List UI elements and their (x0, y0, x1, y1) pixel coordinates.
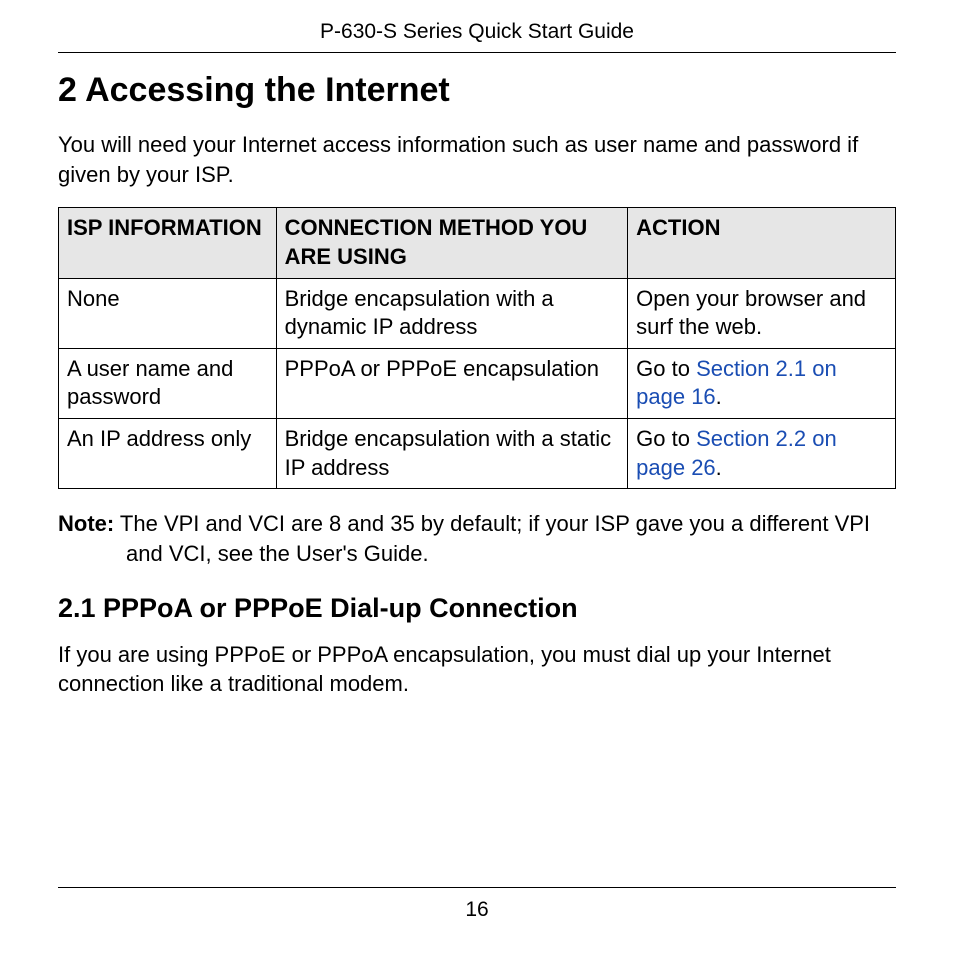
action-prefix: Go to (636, 426, 696, 451)
action-prefix: Go to (636, 356, 696, 381)
cell-method: Bridge encapsulation with a dynamic IP a… (276, 278, 628, 348)
cell-method: Bridge encapsulation with a static IP ad… (276, 418, 628, 488)
table-header-isp: ISP INFORMATION (59, 208, 277, 278)
cell-isp: A user name and password (59, 348, 277, 418)
action-suffix: . (716, 455, 722, 480)
table-row: An IP address only Bridge encapsulation … (59, 418, 896, 488)
table-header-action: ACTION (628, 208, 896, 278)
note-text: The VPI and VCI are 8 and 35 by default;… (114, 511, 870, 566)
footer-divider (58, 887, 896, 888)
cell-isp: None (59, 278, 277, 348)
intro-paragraph: You will need your Internet access infor… (58, 130, 896, 189)
section-heading: 2 Accessing the Internet (58, 71, 896, 110)
table-header-method: CONNECTION METHOD YOU ARE USING (276, 208, 628, 278)
note-label: Note: (58, 511, 114, 536)
note-paragraph: Note: The VPI and VCI are 8 and 35 by de… (58, 509, 896, 568)
cell-action: Go to Section 2.2 on page 26. (628, 418, 896, 488)
table-header-row: ISP INFORMATION CONNECTION METHOD YOU AR… (59, 208, 896, 278)
cell-method: PPPoA or PPPoE encapsulation (276, 348, 628, 418)
subsection-paragraph: If you are using PPPoE or PPPoA encapsul… (58, 640, 896, 699)
cell-action: Open your browser and surf the web. (628, 278, 896, 348)
cell-action: Go to Section 2.1 on page 16. (628, 348, 896, 418)
header-title: P-630-S Series Quick Start Guide (320, 20, 634, 43)
table-row: A user name and password PPPoA or PPPoE … (59, 348, 896, 418)
isp-table: ISP INFORMATION CONNECTION METHOD YOU AR… (58, 207, 896, 489)
page-number: 16 (465, 898, 488, 921)
action-suffix: . (716, 384, 722, 409)
cell-isp: An IP address only (59, 418, 277, 488)
table-row: None Bridge encapsulation with a dynamic… (59, 278, 896, 348)
subsection-heading: 2.1 PPPoA or PPPoE Dial-up Connection (58, 593, 896, 624)
document-footer: 16 (58, 887, 896, 922)
document-header: P-630-S Series Quick Start Guide (58, 0, 896, 53)
